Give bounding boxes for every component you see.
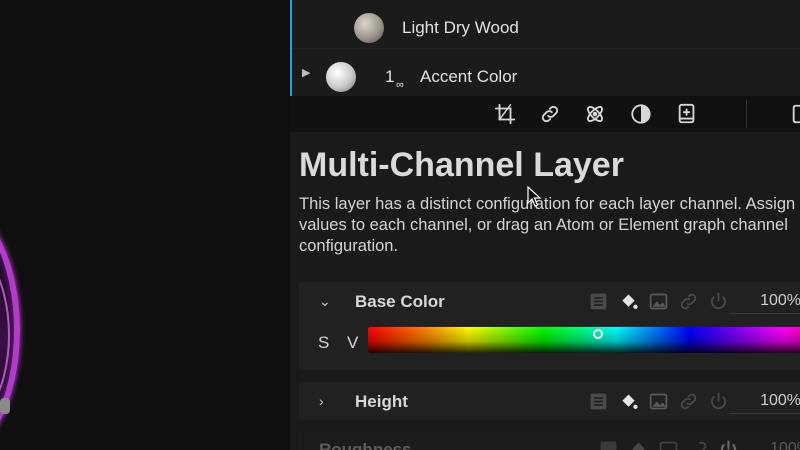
power-icon[interactable] bbox=[706, 389, 730, 413]
mouse-cursor-icon bbox=[527, 186, 542, 207]
contrast-icon[interactable] bbox=[627, 100, 655, 128]
channel-label: Height bbox=[355, 392, 408, 411]
layer-count: 1 bbox=[385, 67, 395, 86]
channel-icons bbox=[596, 437, 740, 450]
add-mask-icon[interactable] bbox=[673, 100, 701, 128]
channel-icons bbox=[586, 389, 730, 413]
value-label[interactable]: V bbox=[347, 333, 358, 353]
crop-icon[interactable] bbox=[491, 100, 519, 128]
fill-bucket-icon[interactable] bbox=[616, 389, 640, 413]
layer-description: This layer has a distinct configuration … bbox=[299, 195, 800, 255]
texture-icon[interactable] bbox=[596, 437, 620, 450]
chevron-right-icon[interactable]: › bbox=[319, 393, 324, 409]
image-icon[interactable] bbox=[646, 289, 670, 313]
channel-base-color: ⌄ Base Color 100% S V bbox=[299, 282, 800, 370]
wood-material-thumbnail bbox=[354, 13, 384, 43]
linked-icon: ∞ bbox=[396, 79, 404, 91]
texture-icon[interactable] bbox=[586, 289, 610, 313]
channel-opacity-field[interactable]: 100% bbox=[729, 290, 800, 314]
page-title: Multi-Channel Layer bbox=[299, 146, 624, 184]
link-icon[interactable] bbox=[676, 389, 700, 413]
atom-icon[interactable] bbox=[581, 100, 609, 128]
channel-header[interactable]: › Height 100% bbox=[299, 382, 800, 420]
viewport[interactable] bbox=[0, 0, 290, 450]
channel-roughness: Roughness 100% bbox=[299, 430, 800, 450]
layer-name: Accent Color bbox=[420, 67, 518, 86]
properties-panel: Multi-Channel Layer This layer has a dis… bbox=[290, 132, 800, 450]
layer-list: Light Dry Wood ▶ 1 ∞ Accent Color bbox=[290, 0, 800, 96]
link-icon[interactable] bbox=[536, 100, 564, 128]
power-icon[interactable] bbox=[706, 289, 730, 313]
preview-sphere-detail bbox=[0, 398, 10, 414]
channel-header[interactable]: ⌄ Base Color 100% bbox=[299, 282, 800, 320]
channel-label: Base Color bbox=[355, 292, 445, 311]
link-icon[interactable] bbox=[676, 289, 700, 313]
channel-label: Roughness bbox=[319, 440, 412, 450]
link-icon[interactable] bbox=[686, 437, 710, 450]
hue-slider-handle[interactable] bbox=[593, 329, 603, 339]
fill-bucket-icon[interactable] bbox=[626, 437, 650, 450]
panel-icon[interactable] bbox=[787, 100, 800, 128]
chevron-down-icon[interactable]: ⌄ bbox=[319, 293, 331, 310]
toolbar-separator bbox=[746, 100, 747, 128]
layer-name: Light Dry Wood bbox=[402, 18, 519, 37]
saturation-label[interactable]: S bbox=[318, 333, 329, 353]
layer-row[interactable]: Light Dry Wood bbox=[292, 0, 800, 48]
texture-icon[interactable] bbox=[586, 389, 610, 413]
channel-icons bbox=[586, 289, 730, 313]
white-material-thumbnail bbox=[326, 62, 356, 92]
channel-height: › Height 100% bbox=[299, 382, 800, 420]
channel-header[interactable]: Roughness 100% bbox=[299, 430, 800, 450]
hue-slider[interactable] bbox=[368, 327, 800, 353]
layer-toolbar bbox=[290, 96, 800, 132]
expand-arrow-icon[interactable]: ▶ bbox=[302, 66, 310, 79]
color-picker-row: S V bbox=[299, 320, 800, 368]
power-icon[interactable] bbox=[716, 437, 740, 450]
channel-opacity-field[interactable]: 100% bbox=[729, 390, 800, 414]
fill-bucket-icon[interactable] bbox=[616, 289, 640, 313]
channel-opacity-field[interactable]: 100% bbox=[739, 438, 800, 450]
image-icon[interactable] bbox=[656, 437, 680, 450]
image-icon[interactable] bbox=[646, 389, 670, 413]
layer-row[interactable]: ▶ 1 ∞ Accent Color bbox=[292, 48, 800, 96]
